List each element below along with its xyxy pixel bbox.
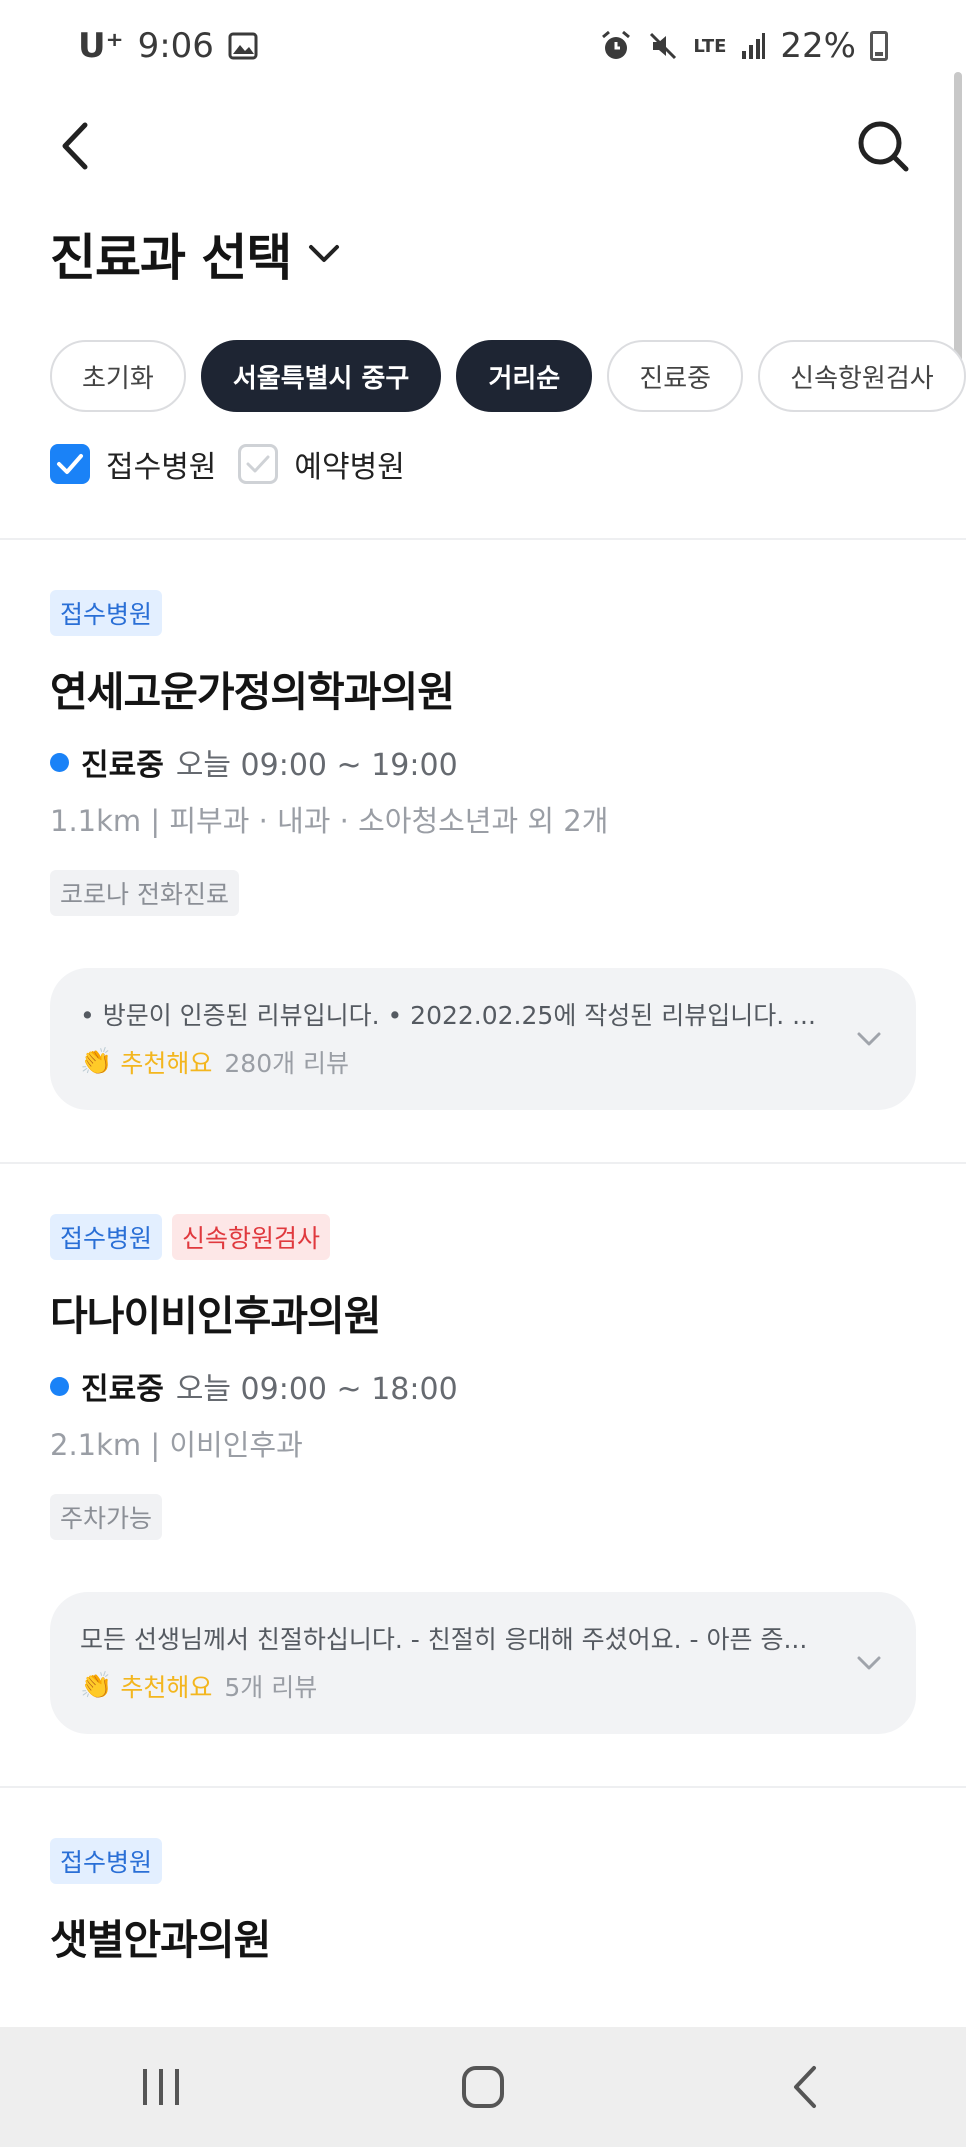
review-count: 280개 리뷰: [224, 1049, 350, 1078]
checkbox-unchecked-icon: [238, 444, 279, 484]
battery-percent: 22%: [780, 26, 856, 66]
mute-icon: [647, 30, 679, 62]
open-status-dot: [50, 752, 69, 772]
hospital-name[interactable]: 다나이비인후과의원: [50, 1282, 381, 1342]
open-status-dot: [50, 1376, 69, 1396]
chip-region[interactable]: 서울특별시 중구: [200, 340, 442, 412]
clap-icon: 👏: [80, 1047, 113, 1077]
reception-badge: 접수병원: [50, 590, 163, 636]
hospital-name[interactable]: 샛별안과의원: [50, 1906, 271, 1966]
rapid-antigen-badge: 신속항원검사: [172, 1214, 331, 1260]
hospital-name[interactable]: 연세고운가정의학과의원: [50, 658, 455, 718]
distance-departments: 2.1km | 이비인후과: [50, 1428, 303, 1462]
clap-icon: 👏: [80, 1671, 113, 1701]
review-summary[interactable]: 모든 선생님께서 친절하십니다. - 친절히 응대해 주셨어요. - 아픈 증.…: [50, 1592, 916, 1734]
chevron-left-icon: [62, 122, 88, 170]
review-count: 5개 리뷰: [224, 1673, 318, 1702]
feature-badge: 주차가능: [50, 1494, 163, 1540]
alarm-icon: [599, 29, 633, 63]
hospital-card[interactable]: 접수병원 샛별안과의원: [0, 1788, 966, 2027]
reception-badge: 접수병원: [50, 1838, 163, 1884]
hospital-card[interactable]: 접수병원 연세고운가정의학과의원 진료중 오늘 09:00 ~ 19:00 1.…: [0, 540, 966, 1162]
back-arrow-icon: [794, 2066, 816, 2108]
recommend-label: 추천해요: [120, 1673, 213, 1702]
home-button[interactable]: [423, 2037, 543, 2137]
search-button[interactable]: [846, 106, 920, 186]
open-status: 진료중: [81, 1372, 164, 1407]
open-status: 진료중: [81, 748, 164, 783]
checkbox-checked-icon: [50, 444, 90, 484]
clock: 9:06: [137, 26, 214, 66]
recommend-label: 추천해요: [120, 1049, 213, 1078]
chip-open-now[interactable]: 진료중: [607, 340, 744, 412]
hospital-type-filters: 접수병원 예약병원: [50, 442, 405, 486]
opening-hours: 오늘 09:00 ~ 18:00: [175, 1372, 458, 1407]
chip-reset[interactable]: 초기화: [50, 340, 186, 412]
search-icon: [858, 121, 909, 172]
system-nav-bar: [0, 2027, 966, 2147]
system-back-button[interactable]: [745, 2037, 865, 2137]
top-nav: [0, 92, 966, 216]
carrier-label: U⁺: [78, 26, 124, 66]
hospital-card[interactable]: 접수병원 신속항원검사 다나이비인후과의원 진료중 오늘 09:00 ~ 18:…: [0, 1164, 966, 1786]
chip-rapid-antigen[interactable]: 신속항원검사: [758, 340, 966, 412]
network-label: LTE: [693, 35, 727, 57]
page-title: 진료과 선택: [50, 229, 292, 287]
reservation-checkbox[interactable]: 예약병원: [238, 442, 405, 486]
expand-chevron-icon[interactable]: [852, 1646, 886, 1680]
opening-hours: 오늘 09:00 ~ 19:00: [175, 748, 458, 783]
signal-icon: [740, 31, 766, 61]
recent-apps-icon: [143, 2069, 179, 2105]
recent-apps-button[interactable]: [101, 2037, 221, 2137]
review-summary[interactable]: • 방문이 인증된 리뷰입니다. • 2022.02.25에 작성된 리뷰입니다…: [50, 968, 916, 1110]
filter-chips: 초기화 서울특별시 중구 거리순 진료중 신속항원검사: [50, 340, 966, 412]
review-snippet: 모든 선생님께서 친절하십니다. - 친절히 응대해 주셨어요. - 아픈 증.…: [80, 1625, 808, 1654]
distance-departments: 1.1km | 피부과 · 내과 · 소아청소년과 외 2개: [50, 804, 609, 838]
battery-icon: [870, 31, 888, 61]
reception-checkbox[interactable]: 접수병원: [50, 442, 216, 486]
review-snippet: • 방문이 인증된 리뷰입니다. • 2022.02.25에 작성된 리뷰입니다…: [80, 1001, 816, 1030]
home-icon: [462, 2066, 504, 2108]
back-button[interactable]: [44, 106, 104, 186]
chevron-down-icon: [309, 245, 340, 262]
gallery-icon: [228, 32, 258, 60]
reservation-checkbox-label: 예약병원: [294, 450, 405, 485]
feature-badge: 코로나 전화진료: [50, 870, 239, 916]
reception-checkbox-label: 접수병원: [106, 450, 217, 485]
department-selector[interactable]: 진료과 선택: [50, 218, 341, 290]
expand-chevron-icon[interactable]: [852, 1022, 886, 1056]
reception-badge: 접수병원: [50, 1214, 163, 1260]
chip-sort-distance[interactable]: 거리순: [456, 340, 593, 412]
status-bar: U⁺ 9:06 LTE 22%: [0, 0, 966, 92]
